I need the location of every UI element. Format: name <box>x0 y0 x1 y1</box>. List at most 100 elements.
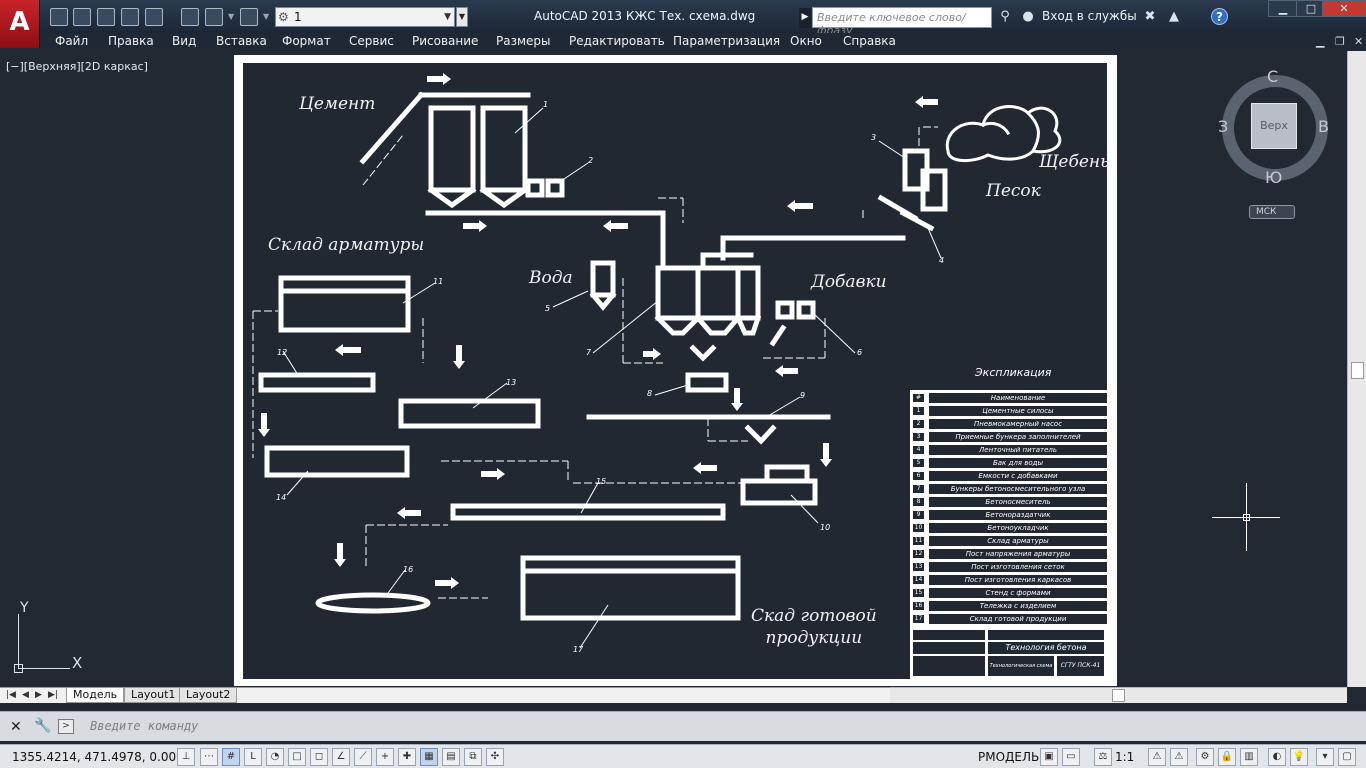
grid-display-icon[interactable]: # <box>222 748 240 766</box>
title-block-org: СГТУ ПСК-41 <box>1057 656 1104 676</box>
save-icon[interactable] <box>97 8 115 26</box>
row-num: 3 <box>913 433 924 441</box>
exchange-icon[interactable]: ✖ <box>1142 9 1158 25</box>
quick-properties-icon[interactable]: ▤ <box>442 748 460 766</box>
isolate-objects-icon[interactable]: ◐ <box>1268 748 1286 766</box>
stay-connected-icon[interactable]: ▲ <box>1166 9 1182 25</box>
signin-button[interactable]: Вход в службы <box>1042 9 1137 23</box>
ucs-menu-button[interactable]: МСК <box>1249 205 1295 219</box>
cursor-coordinates[interactable]: 1355.4214, 471.4978, 0.0000 <box>12 750 191 764</box>
auto-scale-icon[interactable]: ⚠ <box>1170 748 1188 766</box>
horizontal-scroll-thumb[interactable] <box>1112 689 1125 702</box>
compass-east[interactable]: В <box>1318 117 1329 136</box>
annotation-scale-icon[interactable]: ⚖ <box>1094 748 1112 766</box>
annotation-visibility-icon[interactable]: ⚠ <box>1148 748 1166 766</box>
menu-help[interactable]: Справка <box>843 33 896 50</box>
lightbulb-icon[interactable]: 💡 <box>1290 748 1308 766</box>
window-title: AutoCAD 2013 КЖС Тех. схема.dwg <box>534 9 756 23</box>
clean-screen-icon[interactable]: ▢ <box>1338 748 1356 766</box>
minimize-button[interactable]: ▁ <box>1268 0 1298 17</box>
tab-layout2[interactable]: Layout2 <box>179 688 238 703</box>
menu-dimension[interactable]: Размеры <box>496 33 551 50</box>
quick-access-customize-button[interactable]: ▼ <box>456 7 468 27</box>
title-block-cell <box>988 630 1104 640</box>
save-as-icon[interactable] <box>121 8 139 26</box>
quick-view-layouts-icon[interactable]: ▣ <box>1040 748 1058 766</box>
workspace-select[interactable]: ⚙ 1 ▼ <box>275 7 455 27</box>
row-text: Склад готовой продукции <box>929 614 1107 624</box>
undo-dropdown-icon[interactable]: ▼ <box>228 12 234 21</box>
row-num: 13 <box>913 563 924 571</box>
3d-object-snap-icon[interactable]: ◻ <box>310 748 328 766</box>
annotation-monitor-icon[interactable]: ✣ <box>486 748 504 766</box>
dynamic-input-icon[interactable]: + <box>376 748 394 766</box>
menu-window[interactable]: Окно <box>790 33 822 50</box>
print-icon[interactable] <box>181 8 199 26</box>
menu-parametric[interactable]: Параметризация <box>673 33 780 50</box>
prev-tab-icon[interactable]: ◀ <box>22 690 29 700</box>
menu-view[interactable]: Вид <box>172 33 196 50</box>
first-tab-icon[interactable]: |◀ <box>6 690 16 700</box>
viewcube-top-face[interactable]: Верх <box>1251 103 1297 149</box>
command-input[interactable]: Введите команду <box>90 719 198 733</box>
close-icon[interactable]: ✕ <box>10 719 22 735</box>
object-snap-icon[interactable]: □ <box>288 748 306 766</box>
close-button[interactable]: ✕ <box>1322 0 1366 17</box>
object-snap-tracking-icon[interactable]: ∠ <box>332 748 350 766</box>
status-menu-icon[interactable]: ▾ <box>1316 748 1334 766</box>
compass-west[interactable]: З <box>1218 117 1228 136</box>
menu-format[interactable]: Формат <box>282 33 331 50</box>
open-file-icon[interactable] <box>73 8 91 26</box>
compass-south[interactable]: Ю <box>1265 168 1282 187</box>
model-space-toggle[interactable]: РМОДЕЛЬ <box>978 750 1039 764</box>
quick-view-drawings-icon[interactable]: ▭ <box>1062 748 1080 766</box>
annotation-scale-value[interactable]: 1:1 <box>1115 750 1134 764</box>
transparency-icon[interactable]: ▦ <box>420 748 438 766</box>
tab-layout1[interactable]: Layout1 <box>124 688 183 703</box>
polar-tracking-icon[interactable]: ◔ <box>266 748 284 766</box>
hardware-acceleration-icon[interactable]: ▥ <box>1240 748 1258 766</box>
tab-model[interactable]: Модель <box>66 688 125 703</box>
command-history-icon[interactable]: > <box>58 719 74 734</box>
search-input[interactable]: Введите ключевое слово/фразу <box>812 7 992 37</box>
dynamic-ucs-icon[interactable]: ⟋ <box>354 748 372 766</box>
snap-mode-icon[interactable]: ⋯ <box>200 748 218 766</box>
horizontal-scrollbar[interactable] <box>890 687 1347 703</box>
lineweight-icon[interactable]: ✚ <box>398 748 416 766</box>
table-row: 13 Пост изготовления сеток <box>913 561 1107 574</box>
infer-constraints-icon[interactable]: ⊥ <box>177 748 195 766</box>
lock-ui-icon[interactable]: 🔒 <box>1218 748 1236 766</box>
callout-1: 1 <box>543 100 549 109</box>
binoculars-icon[interactable]: ⚲ <box>997 9 1013 25</box>
new-file-icon[interactable] <box>50 8 68 26</box>
doc-minimize-icon[interactable]: ▁ <box>1316 33 1324 50</box>
ortho-mode-icon[interactable]: L <box>244 748 262 766</box>
next-tab-icon[interactable]: ▶ <box>35 690 42 700</box>
last-tab-icon[interactable]: ▶| <box>48 690 58 700</box>
compass-north[interactable]: С <box>1267 67 1278 86</box>
doc-restore-icon[interactable]: ❐ <box>1335 33 1345 50</box>
plot-icon[interactable] <box>145 8 163 26</box>
selection-cycling-icon[interactable]: ⧉ <box>464 748 482 766</box>
menu-insert[interactable]: Вставка <box>216 33 267 50</box>
vertical-scroll-thumb[interactable] <box>1351 362 1364 379</box>
menu-edit[interactable]: Правка <box>108 33 154 50</box>
menu-modify[interactable]: Редактировать <box>569 33 665 50</box>
wrench-icon[interactable]: 🔧 <box>34 718 51 734</box>
vertical-scrollbar[interactable] <box>1347 51 1366 687</box>
redo-dropdown-icon[interactable]: ▼ <box>263 12 269 21</box>
redo-icon[interactable] <box>240 8 258 26</box>
application-menu-button[interactable]: A <box>0 0 40 48</box>
help-icon[interactable]: ? <box>1211 8 1228 25</box>
menu-tools[interactable]: Сервис <box>349 33 394 50</box>
ucs-x-axis <box>18 668 70 669</box>
workspace-switch-icon[interactable]: ⚙ <box>1196 748 1214 766</box>
viewport-controls-label[interactable]: [−][Верхняя][2D каркас] <box>6 60 148 73</box>
menu-draw[interactable]: Рисование <box>412 33 478 50</box>
row-num: # <box>913 394 924 402</box>
menu-file[interactable]: Файл <box>55 33 88 50</box>
doc-close-icon[interactable]: ✕ <box>1354 33 1363 50</box>
ucs-y-label: Y <box>20 600 29 616</box>
search-expand-button[interactable]: ▶ <box>799 8 811 28</box>
undo-icon[interactable] <box>205 8 223 26</box>
